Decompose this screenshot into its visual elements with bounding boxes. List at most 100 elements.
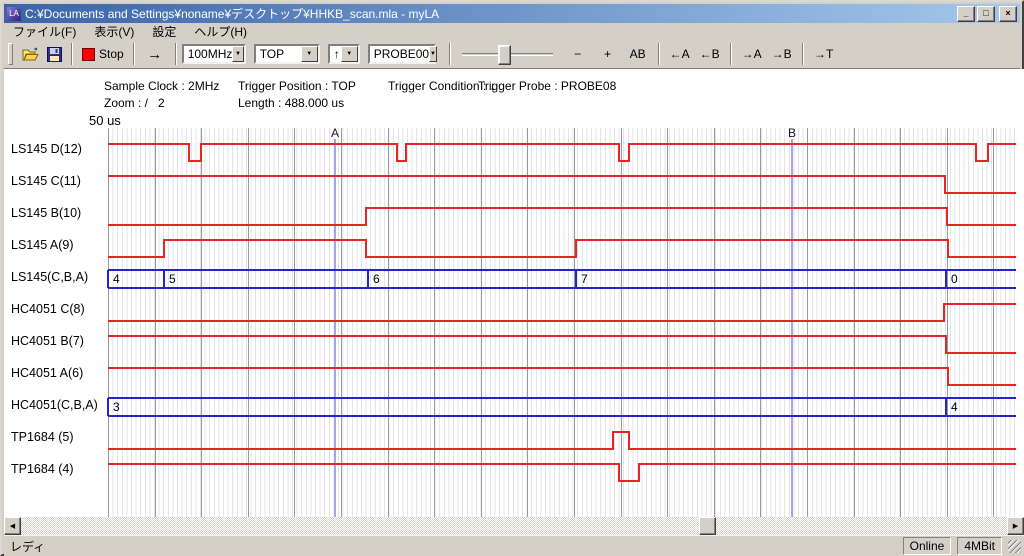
bus-value-ls145-c-b-a: 5 [169,272,176,286]
bus-ls145-c-b-a [108,270,1016,288]
toolbar: Stop → 100MHz ▼ TOP ▼ ↑ ▼ PROBE00 ▼ − + … [4,40,1020,69]
wave-hc4051-b-7 [108,336,1016,353]
bus-value-hc4051-c-b-a: 3 [113,400,120,414]
toolbar-separator [175,43,177,65]
status-message: レディ [10,538,903,555]
dropdown-arrow-icon[interactable]: ▼ [341,46,358,62]
wave-ls145-b-10 [108,208,1016,225]
set-marker-b-button[interactable]: ←B [695,43,725,65]
toolbar-separator [658,43,660,65]
sample-clock-select[interactable]: 100MHz ▼ [182,44,246,64]
marker-b-label: B [788,126,796,140]
channel-label-tp1684-4[interactable]: TP1684 (4) [11,462,74,476]
toolbar-separator [449,43,451,65]
resize-grip[interactable] [1008,540,1021,553]
channel-label-ls145-d-12[interactable]: LS145 D(12) [11,142,82,156]
window-title: C:¥Documents and Settings¥noname¥デスクトップ¥… [25,5,955,22]
channel-label-ls145-c-11[interactable]: LS145 C(11) [11,174,81,188]
wave-ls145-a-9 [108,240,1016,257]
toolbar-separator [71,43,73,65]
length-info: Length : 488.000 us [238,96,344,110]
zoom-ab-button[interactable]: AB [623,43,653,65]
app-icon: LA [7,7,21,21]
bus-hc4051-c-b-a [108,398,1016,416]
goto-marker-b-button[interactable]: →B [767,43,797,65]
bus-value-ls145-c-b-a: 4 [113,272,120,286]
close-button[interactable]: × [999,6,1017,22]
bus-value-ls145-c-b-a: 7 [581,272,588,286]
menu-bar: ファイル(F) 表示(V) 設定ヘルプ(H) [4,23,1020,40]
set-marker-a-button[interactable]: ←A [665,43,695,65]
time-scale-label: 50 us [89,113,121,128]
channel-label-ls145-a-9[interactable]: LS145 A(9) [11,238,74,252]
dropdown-arrow-icon[interactable]: ▼ [429,46,437,62]
menu-item-h[interactable]: ヘルプ(H) [189,22,252,41]
title-bar: LA C:¥Documents and Settings¥noname¥デスクト… [4,4,1020,23]
toolbar-separator [730,43,732,65]
save-button[interactable] [42,43,66,65]
menu-item-v[interactable]: 表示(V) [89,22,139,41]
floppy-disk-icon [47,47,62,62]
goto-trigger-button[interactable]: →T [809,43,839,65]
channel-label-ls145-c-b-a[interactable]: LS145(C,B,A) [11,270,88,284]
stop-label: Stop [99,47,124,61]
sample-clock-value: 100MHz [188,47,233,61]
wave-hc4051-c-8 [108,304,1016,321]
goto-marker-a-button[interactable]: →A [737,43,767,65]
trigger-probe-info: Trigger Probe : PROBE08 [478,79,616,93]
marker-a-label: A [331,126,339,140]
wave-tp1684-4 [108,464,1016,481]
trigger-position-info: Trigger Position : TOP [238,79,356,93]
dropdown-arrow-icon[interactable]: ▼ [232,46,243,62]
menu-item-f[interactable]: ファイル(F) [8,22,81,41]
stop-icon [82,48,95,61]
trigger-edge-select[interactable]: ↑ ▼ [328,44,360,64]
menu-item-[interactable]: 設定 [147,22,181,41]
app-window: LA C:¥Documents and Settings¥noname¥デスクト… [0,0,1024,556]
trigger-probe-select[interactable]: PROBE00 ▼ [368,44,436,64]
status-bar: レディ Online 4MBit [4,535,1024,556]
channel-label-hc4051-a-6[interactable]: HC4051 A(6) [11,366,83,380]
waveform-svg: A B 4 5 6 7 0 3 4 [108,128,1016,517]
channel-label-hc4051-c-b-a[interactable]: HC4051(C,B,A) [11,398,98,412]
horizontal-scrollbar[interactable]: ◀ ▶ [4,517,1024,535]
memory-size-badge: 4MBit [957,537,1002,555]
bus-value-hc4051-c-b-a: 4 [951,400,958,414]
minimize-button[interactable]: _ [957,6,975,22]
zoom-info: Zoom : / 2 [104,96,165,110]
channel-label-tp1684-5[interactable]: TP1684 (5) [11,430,74,444]
trigger-position-value: TOP [260,47,284,61]
waveform-plot[interactable]: A B 4 5 6 7 0 3 4 [108,128,1016,517]
channel-label-ls145-b-10[interactable]: LS145 B(10) [11,206,81,220]
wave-ls145-d-12 [108,144,1016,161]
waveform-client-area: Sample Clock : 2MHz Zoom : / 2 Trigger P… [4,69,1024,517]
online-status-badge: Online [903,537,952,555]
open-button[interactable] [18,43,42,65]
wave-ls145-c-11 [108,176,1016,193]
bus-value-ls145-c-b-a: 0 [951,272,958,286]
run-button[interactable]: → [140,43,170,65]
wave-tp1684-5 [108,432,1016,449]
zoom-out-button[interactable]: − [563,43,593,65]
dropdown-arrow-icon[interactable]: ▼ [301,46,318,62]
scroll-right-button[interactable]: ▶ [1007,517,1024,535]
maximize-button[interactable]: □ [977,6,995,22]
stop-button[interactable]: Stop [78,43,128,65]
wave-hc4051-a-6 [108,368,1016,385]
zoom-slider[interactable] [460,44,555,64]
toolbar-separator [802,43,804,65]
trigger-probe-value: PROBE00 [374,47,429,61]
sample-clock-info: Sample Clock : 2MHz [104,79,219,93]
slider-thumb[interactable] [498,45,511,65]
trigger-edge-value: ↑ [334,47,340,61]
toolbar-grip[interactable] [8,43,13,65]
open-folder-icon [22,47,39,61]
zoom-in-button[interactable]: + [593,43,623,65]
toolbar-separator [133,43,135,65]
channel-label-hc4051-c-8[interactable]: HC4051 C(8) [11,302,85,316]
bus-value-ls145-c-b-a: 6 [373,272,380,286]
scroll-left-button[interactable]: ◀ [4,517,21,535]
channel-label-hc4051-b-7[interactable]: HC4051 B(7) [11,334,84,348]
trigger-position-select[interactable]: TOP ▼ [254,44,320,64]
scrollbar-thumb[interactable] [699,517,716,535]
